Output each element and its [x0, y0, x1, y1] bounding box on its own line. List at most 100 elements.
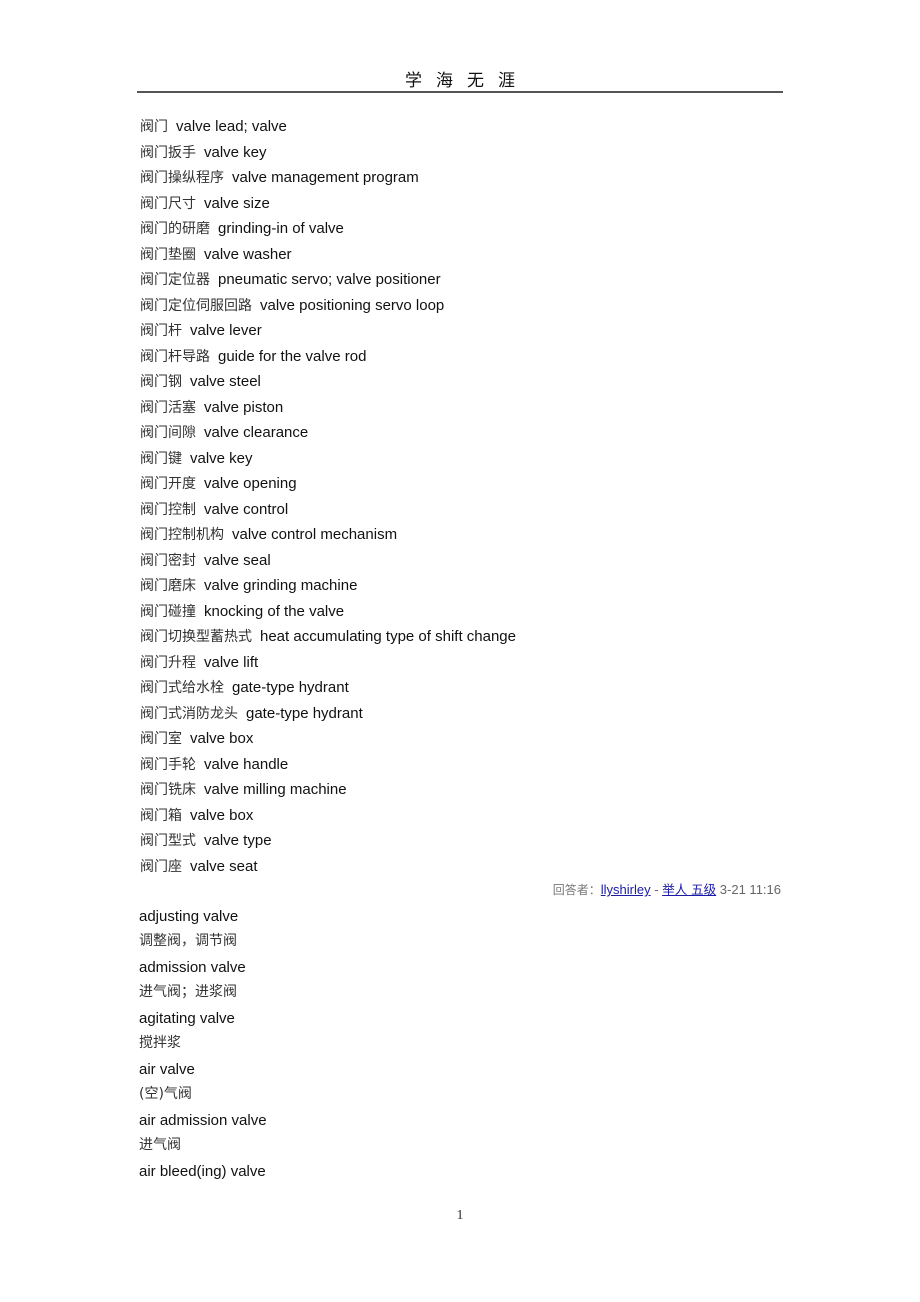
answerer-username-link[interactable]: llyshirley: [601, 882, 651, 897]
english-term: valve type: [204, 832, 272, 849]
answerer-level-link[interactable]: 举人 五级: [662, 882, 716, 897]
glossary-term: agitating valve: [139, 1010, 235, 1027]
english-term: valve grinding machine: [204, 577, 358, 594]
list-item: 阀门杆导路 guide for the valve rod: [140, 346, 516, 372]
english-term: valve seat: [190, 857, 258, 875]
list-item: 阀门扳手 valve key: [140, 142, 516, 168]
list-item: 阀门控制 valve control: [140, 499, 516, 525]
english-term: valve lead; valve: [176, 118, 287, 135]
list-item: 阀门式消防龙头 gate-type hydrant: [140, 703, 516, 729]
list-item: 阀门密封 valve seal: [140, 550, 516, 576]
english-term: valve lever: [190, 322, 262, 339]
english-term: valve lift: [204, 653, 259, 671]
glossary-term: air admission valve: [139, 1112, 267, 1129]
chinese-term: 阀门操纵程序: [140, 170, 224, 186]
chinese-term: 阀门碰撞: [140, 603, 196, 620]
chinese-term: 阀门手轮: [140, 756, 196, 773]
header-divider: [137, 91, 783, 93]
list-item: 阀门铣床 valve milling machine: [140, 779, 516, 805]
chinese-term: 阀门定位器: [140, 272, 210, 288]
chinese-term: 阀门铣床: [140, 782, 196, 798]
english-term: knocking of the valve: [204, 602, 345, 620]
list-item: 阀门操纵程序 valve management program: [140, 167, 516, 193]
glossary-term: air valve: [139, 1061, 195, 1078]
page-header-title: 学海无涯: [405, 71, 529, 91]
english-term: valve positioning servo loop: [260, 296, 445, 314]
english-term: valve control: [204, 500, 289, 518]
english-term: heat accumulating type of shift change: [260, 628, 516, 645]
glossary-meaning: (空)气阀: [139, 1086, 192, 1102]
chinese-term: 阀门升程: [140, 654, 196, 671]
list-item: 阀门座 valve seat: [140, 856, 516, 882]
english-term: pneumatic servo; valve positioner: [218, 271, 441, 288]
english-term: valve box: [190, 730, 254, 747]
list-item: 阀门钢 valve steel: [140, 371, 516, 397]
list-item: 阀门室 valve box: [140, 728, 516, 754]
english-term: valve size: [204, 194, 270, 212]
answer-timestamp: 3-21 11:16: [719, 882, 781, 897]
page-number: 1: [456, 1208, 464, 1223]
english-term: guide for the valve rod: [218, 347, 367, 365]
english-term: valve clearance: [204, 424, 309, 441]
chinese-term: 阀门定位伺服回路: [140, 297, 252, 314]
english-term: valve key: [204, 143, 267, 161]
glossary-meaning: 进气阀: [139, 1137, 181, 1153]
glossary-meaning: 搅拌浆: [139, 1035, 181, 1051]
chinese-term: 阀门型式: [140, 833, 196, 849]
list-item: 阀门型式 valve type: [140, 830, 516, 856]
list-item: 阀门间隙 valve clearance: [140, 422, 516, 448]
english-term: valve seal: [204, 551, 271, 569]
chinese-term: 阀门式给水栓: [140, 680, 224, 696]
list-item: 阀门 valve lead; valve: [140, 116, 516, 142]
list-item: 阀门开度 valve opening: [140, 473, 516, 499]
chinese-term: 阀门钢: [140, 374, 182, 390]
chinese-term: 阀门间隙: [140, 425, 196, 441]
english-term: valve opening: [204, 475, 297, 492]
english-term: grinding-in of valve: [218, 220, 344, 237]
chinese-term: 阀门箱: [140, 807, 182, 824]
chinese-term: 阀门开度: [140, 476, 196, 492]
chinese-term: 阀门尺寸: [140, 195, 196, 212]
chinese-term: 阀门控制: [140, 501, 196, 518]
glossary-meaning: 进气阀；进浆阀: [139, 984, 237, 1000]
english-term: valve piston: [204, 398, 284, 416]
english-term: valve milling machine: [204, 781, 347, 798]
list-item: 阀门手轮 valve handle: [140, 754, 516, 780]
term-list: 阀门 valve lead; valve 阀门扳手 valve key 阀门操纵程序…: [140, 116, 516, 881]
english-term: valve control mechanism: [232, 526, 398, 543]
answerer-label: 回答者：: [552, 883, 601, 897]
chinese-term: 阀门垫圈: [140, 246, 196, 263]
english-term: valve washer: [204, 245, 292, 263]
glossary-term: adjusting valve: [139, 908, 239, 925]
list-item: 阀门切换型蓄热式 heat accumulating type of shift …: [140, 626, 516, 652]
list-item: 阀门垫圈 valve washer: [140, 244, 516, 270]
chinese-term: 阀门杆: [140, 323, 182, 339]
english-term: valve steel: [190, 373, 261, 390]
chinese-term: 阀门密封: [140, 552, 196, 569]
list-item: 阀门控制机构 valve control mechanism: [140, 524, 516, 550]
chinese-term: 阀门活塞: [140, 399, 196, 416]
answer-attribution: 回答者：llyshirley - 举人 五级 3-21 11:16: [553, 879, 781, 898]
chinese-term: 阀门磨床: [140, 578, 196, 594]
chinese-term: 阀门键: [140, 450, 182, 467]
english-term: gate-type hydrant: [232, 679, 349, 696]
list-item: 阀门定位伺服回路 valve positioning servo loop: [140, 295, 516, 321]
list-item: 阀门尺寸 valve size: [140, 193, 516, 219]
glossary-term: air bleed(ing) valve: [139, 1163, 266, 1180]
glossary-term: admission valve: [139, 959, 246, 976]
chinese-term: 阀门的研磨: [140, 221, 210, 237]
chinese-term: 阀门室: [140, 731, 182, 747]
separator: -: [650, 882, 663, 897]
list-item: 阀门定位器 pneumatic servo; valve positioner: [140, 269, 516, 295]
chinese-term: 阀门扳手: [140, 144, 196, 161]
list-item: 阀门磨床 valve grinding machine: [140, 575, 516, 601]
list-item: 阀门碰撞 knocking of the valve: [140, 601, 516, 627]
glossary-meaning: 调整阀，调节阀: [139, 933, 237, 949]
list-item: 阀门活塞 valve piston: [140, 397, 516, 423]
english-term: gate-type hydrant: [246, 704, 363, 722]
list-item: 阀门式给水栓 gate-type hydrant: [140, 677, 516, 703]
chinese-term: 阀门: [140, 119, 168, 135]
english-term: valve handle: [204, 755, 289, 773]
list-item: 阀门箱 valve box: [140, 805, 516, 831]
glossary-list: adjusting valve 调整阀，调节阀 admission valve …: [139, 906, 267, 1185]
